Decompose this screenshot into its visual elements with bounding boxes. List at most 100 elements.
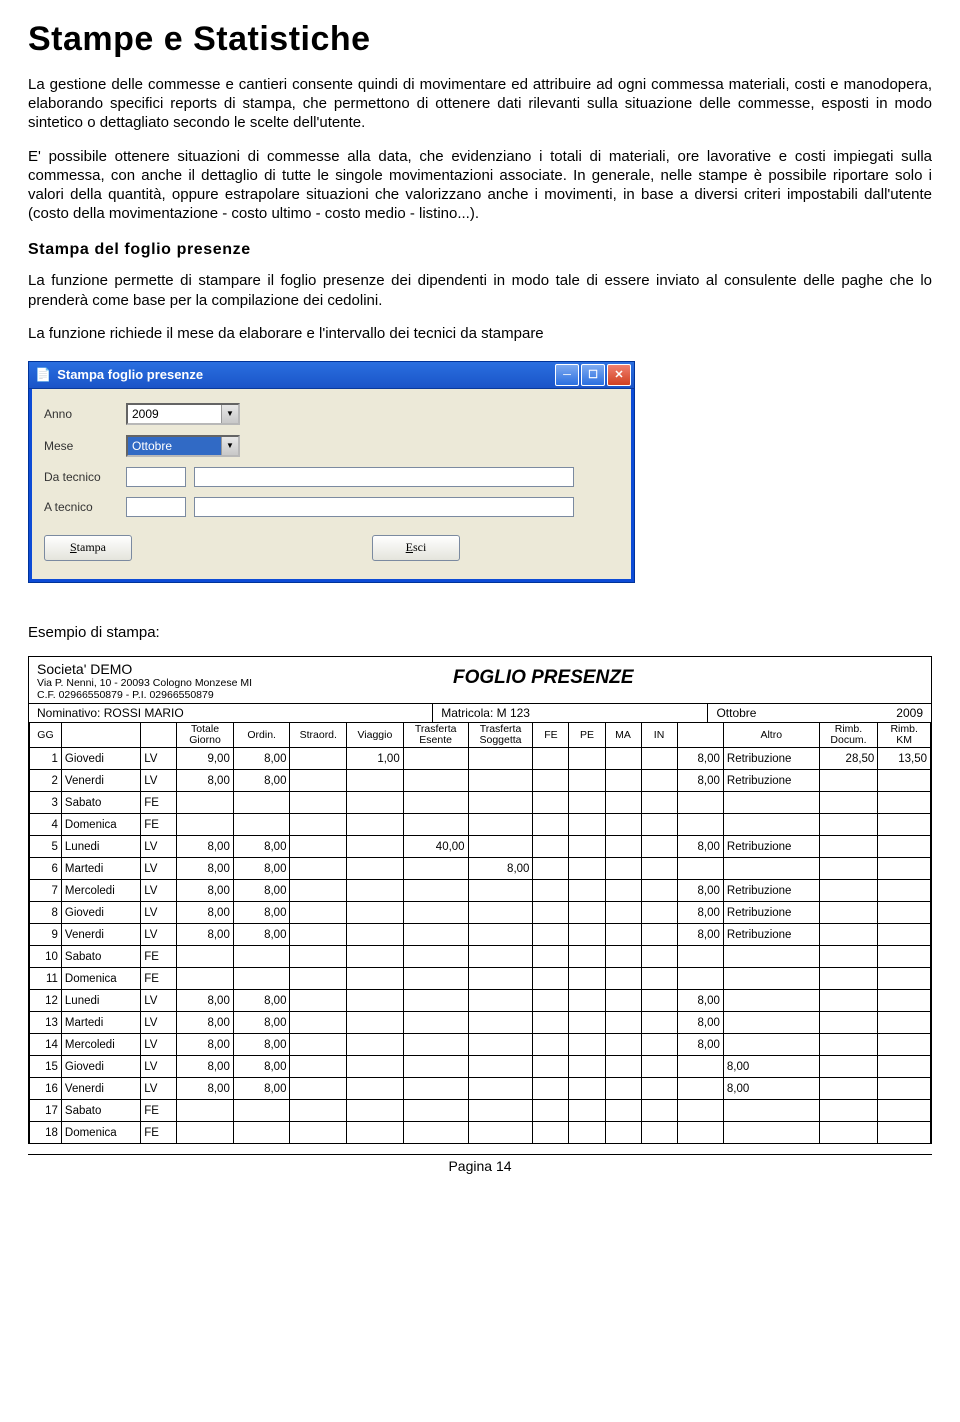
cell-in bbox=[641, 968, 677, 990]
col-header bbox=[141, 723, 177, 748]
cell-av: 8,00 bbox=[677, 1012, 723, 1034]
cell-fe bbox=[533, 968, 569, 990]
cell-d: Sabato bbox=[61, 1100, 140, 1122]
da-tecnico-code[interactable] bbox=[126, 467, 186, 487]
cell-d: Lunedi bbox=[61, 990, 140, 1012]
cell-tg: 8,00 bbox=[177, 1078, 234, 1100]
cell-al: Retribuzione bbox=[723, 924, 819, 946]
table-row: 16VenerdiLV8,008,008,00 bbox=[30, 1078, 931, 1100]
cell-c: LV bbox=[141, 770, 177, 792]
table-row: 3SabatoFE bbox=[30, 792, 931, 814]
cell-al: Retribuzione bbox=[723, 902, 819, 924]
cell-d: Domenica bbox=[61, 1122, 140, 1144]
cell-al bbox=[723, 1100, 819, 1122]
cell-ord bbox=[233, 968, 290, 990]
col-header: MA bbox=[605, 723, 641, 748]
cell-d: Martedi bbox=[61, 1012, 140, 1034]
cell-al bbox=[723, 1122, 819, 1144]
a-tecnico-desc[interactable] bbox=[194, 497, 574, 517]
cell-n: 11 bbox=[30, 968, 62, 990]
chevron-down-icon: ▼ bbox=[221, 405, 238, 423]
cell-in bbox=[641, 1034, 677, 1056]
cell-tg: 8,00 bbox=[177, 770, 234, 792]
da-tecnico-desc[interactable] bbox=[194, 467, 574, 487]
esci-button[interactable]: Esci bbox=[372, 535, 460, 561]
cell-al: Retribuzione bbox=[723, 748, 819, 770]
cell-in bbox=[641, 748, 677, 770]
cell-ord: 8,00 bbox=[233, 990, 290, 1012]
cell-av: 8,00 bbox=[677, 836, 723, 858]
cell-ma bbox=[605, 792, 641, 814]
cell-av bbox=[677, 1056, 723, 1078]
cell-rk bbox=[878, 1122, 931, 1144]
window-icon: 📄 bbox=[35, 367, 51, 383]
col-header: Ordin. bbox=[233, 723, 290, 748]
cell-n: 18 bbox=[30, 1122, 62, 1144]
cell-d: Mercoledi bbox=[61, 880, 140, 902]
cell-c: LV bbox=[141, 1034, 177, 1056]
intro-para-1: La gestione delle commesse e cantieri co… bbox=[28, 75, 932, 133]
cell-ord: 8,00 bbox=[233, 924, 290, 946]
cell-tg: 8,00 bbox=[177, 858, 234, 880]
cell-ord bbox=[233, 1100, 290, 1122]
cell-fe bbox=[533, 1012, 569, 1034]
maximize-button[interactable]: ☐ bbox=[581, 364, 605, 386]
window-title: Stampa foglio presenze bbox=[57, 367, 203, 382]
example-label: Esempio di stampa: bbox=[28, 623, 932, 642]
cell-rd bbox=[819, 880, 878, 902]
cell-te bbox=[403, 770, 468, 792]
cell-pe bbox=[569, 1012, 605, 1034]
cell-av bbox=[677, 1100, 723, 1122]
cell-n: 5 bbox=[30, 836, 62, 858]
mese-select[interactable]: Ottobre ▼ bbox=[126, 435, 240, 457]
cell-ord: 8,00 bbox=[233, 1012, 290, 1034]
cell-d: Venerdi bbox=[61, 1078, 140, 1100]
anno-select[interactable]: 2009 ▼ bbox=[126, 403, 240, 425]
cell-av: 8,00 bbox=[677, 990, 723, 1012]
minimize-button[interactable]: ─ bbox=[555, 364, 579, 386]
col-header: Straord. bbox=[290, 723, 347, 748]
cell-n: 3 bbox=[30, 792, 62, 814]
cell-via bbox=[347, 770, 404, 792]
cell-pe bbox=[569, 1100, 605, 1122]
cell-rk: 13,50 bbox=[878, 748, 931, 770]
cell-ma bbox=[605, 1056, 641, 1078]
cell-str bbox=[290, 814, 347, 836]
cell-via bbox=[347, 924, 404, 946]
cell-pe bbox=[569, 946, 605, 968]
stampa-button[interactable]: Stampa bbox=[44, 535, 132, 561]
mese-value: Ottobre bbox=[128, 437, 221, 455]
cell-fe bbox=[533, 836, 569, 858]
cell-str bbox=[290, 1034, 347, 1056]
cell-av bbox=[677, 792, 723, 814]
table-row: 13MartediLV8,008,008,00 bbox=[30, 1012, 931, 1034]
cell-d: Venerdi bbox=[61, 924, 140, 946]
cell-ord: 8,00 bbox=[233, 880, 290, 902]
cell-te: 40,00 bbox=[403, 836, 468, 858]
cell-pe bbox=[569, 880, 605, 902]
a-tecnico-code[interactable] bbox=[126, 497, 186, 517]
cell-ts bbox=[468, 1078, 533, 1100]
cell-pe bbox=[569, 814, 605, 836]
cell-in bbox=[641, 1100, 677, 1122]
cell-via bbox=[347, 902, 404, 924]
cell-c: LV bbox=[141, 924, 177, 946]
cell-in bbox=[641, 836, 677, 858]
cell-in bbox=[641, 902, 677, 924]
cell-tg bbox=[177, 1122, 234, 1144]
close-button[interactable]: ✕ bbox=[607, 364, 631, 386]
report-title: FOGLIO PRESENZE bbox=[353, 667, 733, 701]
cell-al bbox=[723, 968, 819, 990]
cell-rd bbox=[819, 946, 878, 968]
cell-c: LV bbox=[141, 858, 177, 880]
cell-ma bbox=[605, 748, 641, 770]
cell-ts bbox=[468, 1122, 533, 1144]
cell-d: Lunedi bbox=[61, 836, 140, 858]
cell-fe bbox=[533, 990, 569, 1012]
cell-te bbox=[403, 902, 468, 924]
cell-av: 8,00 bbox=[677, 902, 723, 924]
cell-fe bbox=[533, 1034, 569, 1056]
cell-d: Sabato bbox=[61, 946, 140, 968]
cell-d: Venerdi bbox=[61, 770, 140, 792]
cell-te bbox=[403, 792, 468, 814]
